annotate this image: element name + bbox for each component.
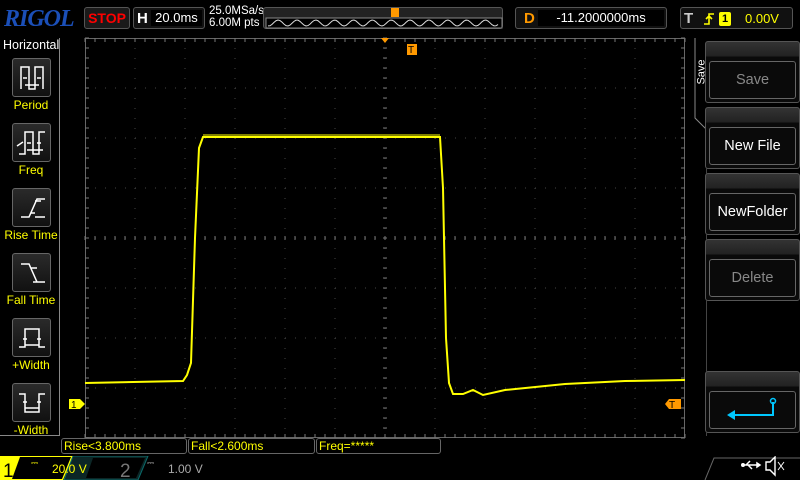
fall-time-icon: [21, 263, 45, 283]
timebase-value: 20.0ms: [151, 10, 202, 26]
trigger-position-marker: [391, 8, 399, 17]
button-label: Save: [709, 61, 796, 99]
measure-label: +Width: [12, 358, 50, 372]
ch2-number: 2: [120, 461, 131, 480]
h-label: H: [137, 10, 148, 27]
menu-title: Horizontal: [3, 38, 60, 52]
plus-width-icon: [19, 328, 45, 348]
delay-value: -11.2000000ms: [538, 10, 664, 26]
button-label: Delete: [709, 259, 796, 297]
new-file-button[interactable]: New File: [705, 107, 800, 169]
svg-text:⎓: ⎓: [31, 458, 38, 468]
waveform-grid: 1 T T: [69, 37, 686, 439]
measure-label: Freq: [18, 163, 44, 177]
return-arrow-icon: [726, 397, 776, 420]
newfolder-button[interactable]: NewFolder: [705, 173, 800, 235]
trigger-display[interactable]: T 1 0.00V: [680, 7, 793, 29]
rise-time-icon: [21, 198, 45, 218]
measure-period-button[interactable]: [12, 58, 51, 97]
measurement-fall: Fall<2.600ms: [188, 438, 315, 454]
ch2-scale: 1.00 V: [168, 462, 203, 476]
rising-edge-icon: [704, 13, 714, 25]
trigger-position-marker: T: [408, 45, 414, 56]
save-menu: Save Save New File NewFolder Delete: [687, 38, 800, 436]
button-label: NewFolder: [709, 193, 796, 231]
minus-width-icon: [19, 393, 45, 413]
ch1-scale: 20.0 V: [52, 462, 87, 476]
svg-text:⎓: ⎓: [147, 458, 154, 468]
measure-label: -Width: [13, 423, 49, 437]
timebase-display[interactable]: H 20.0ms: [133, 7, 205, 29]
acquisition-info: 25.0MSa/s 6.00M pts: [209, 5, 264, 29]
graticule: 1 T T: [69, 37, 686, 439]
rigol-logo: RIGOL: [4, 6, 75, 32]
memory-depth: 6.00M pts: [209, 17, 260, 29]
trigger-source: 1: [719, 12, 731, 26]
back-button[interactable]: [705, 371, 800, 433]
sound-muted-icon: [765, 456, 785, 477]
measure-fall-time-button[interactable]: [12, 253, 51, 292]
measure-width-button[interactable]: [12, 318, 51, 357]
save-button[interactable]: Save: [705, 41, 800, 103]
measure-label: Period: [13, 98, 49, 112]
freq-icon: [16, 131, 45, 155]
usb-icon: [741, 460, 762, 470]
measure-rise-time-button[interactable]: [12, 188, 51, 227]
trigger-level-marker: T: [669, 400, 675, 411]
measure-width-button[interactable]: [12, 383, 51, 422]
measure-freq-button[interactable]: [12, 123, 51, 162]
ch1-number: 1: [3, 461, 14, 480]
delay-display[interactable]: D -11.2000000ms: [515, 7, 667, 29]
memory-waveform: [265, 8, 503, 29]
measure-label: Fall Time: [6, 293, 56, 307]
measurement-freq: Freq=*****: [316, 438, 441, 454]
period-icon: [20, 66, 44, 90]
button-label: New File: [709, 127, 796, 165]
d-label: D: [524, 10, 535, 27]
delete-button[interactable]: Delete: [705, 239, 800, 301]
ch1-offset-marker: 1: [71, 400, 77, 411]
measure-label: Rise Time: [4, 228, 58, 242]
trigger-level: 0.00V: [745, 11, 779, 26]
memory-overview: [263, 7, 503, 29]
channel-bar: 1 ⎓ 20.0 V 2 ⎓ 1.00 V: [0, 456, 800, 480]
run-stop-status[interactable]: STOP: [84, 7, 130, 29]
t-label: T: [684, 10, 694, 27]
ch1-waveform-trace: [84, 136, 686, 397]
measurement-rise: Rise<3.800ms: [61, 438, 187, 454]
sample-rate: 25.0MSa/s: [209, 5, 264, 17]
